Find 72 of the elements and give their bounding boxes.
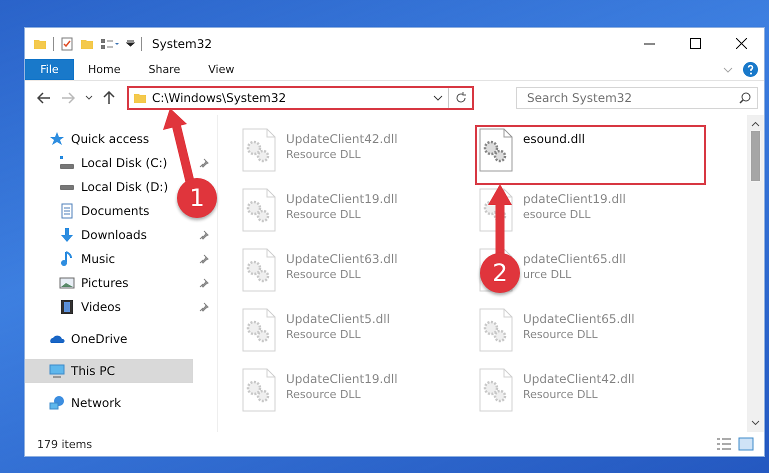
ribbon-tab[interactable]: Home xyxy=(74,59,134,80)
scroll-down-icon[interactable] xyxy=(751,420,760,426)
gear-file-icon xyxy=(242,188,276,232)
window-title: System32 xyxy=(152,36,212,50)
address-bar[interactable]: C:\Windows\System32 xyxy=(127,86,474,110)
sidebar-item[interactable]: Quick access xyxy=(25,127,158,151)
sidebar-item[interactable]: Network xyxy=(25,391,130,415)
gear-file-icon xyxy=(242,308,276,352)
search-box[interactable]: Search System32 xyxy=(516,87,758,109)
file-type: urce DLL xyxy=(523,268,572,281)
chevron-down-icon[interactable] xyxy=(433,95,443,101)
gear-file-icon xyxy=(242,128,276,172)
sidebar-item[interactable]: OneDrive xyxy=(25,327,136,351)
ribbon-tab[interactable]: Share xyxy=(134,59,194,80)
file-type: Resource DLL xyxy=(523,328,599,341)
gear-file-icon xyxy=(242,248,276,292)
properties-icon xyxy=(60,36,74,50)
gear-file-icon xyxy=(479,308,513,352)
pin-icon xyxy=(199,278,209,288)
file-type: Resource DLL xyxy=(286,148,362,161)
item-count: 179 items xyxy=(37,438,92,450)
download-arrow-icon xyxy=(59,227,75,243)
maximize-icon xyxy=(690,38,700,49)
annotation-arrow xyxy=(488,184,512,255)
sidebar-item[interactable]: Videos xyxy=(25,295,217,319)
monitor-icon xyxy=(49,363,65,379)
scroll-up-icon[interactable] xyxy=(751,121,760,127)
large-icons-view-icon[interactable] xyxy=(738,437,754,451)
address-path: C:\Windows\System32 xyxy=(152,91,288,105)
file-type: Resource DLL xyxy=(286,328,362,341)
pin-icon xyxy=(199,254,209,264)
sidebar-item[interactable]: Downloads xyxy=(25,223,217,247)
drive-icon xyxy=(59,155,75,171)
music-note-icon xyxy=(59,251,75,267)
file-name[interactable]: esound.dll xyxy=(523,132,585,146)
picture-icon xyxy=(59,275,75,291)
pin-icon xyxy=(199,158,209,168)
document-icon xyxy=(59,203,75,219)
pin-icon xyxy=(199,230,209,240)
sidebar-item[interactable]: Pictures xyxy=(25,271,217,295)
dropdown-icon[interactable] xyxy=(126,39,135,48)
sidebar-item[interactable]: Local Disk (D:) xyxy=(25,175,176,199)
refresh-icon xyxy=(454,92,466,104)
search-icon xyxy=(739,92,751,104)
folder-icon xyxy=(133,91,147,105)
view-options-icon xyxy=(100,38,120,50)
sidebar-item[interactable]: This PC xyxy=(25,359,193,383)
sidebar-item[interactable]: Music xyxy=(25,247,217,271)
ribbon-tab[interactable]: File xyxy=(25,59,74,80)
close-icon xyxy=(736,38,746,49)
network-icon xyxy=(49,395,65,411)
film-icon xyxy=(59,299,75,315)
scrollbar-thumb[interactable] xyxy=(751,131,760,181)
chevron-down-icon xyxy=(85,95,93,101)
drive-icon xyxy=(59,184,75,190)
details-view-icon[interactable] xyxy=(716,437,732,451)
minimize-icon xyxy=(644,42,654,44)
gear-file-icon xyxy=(479,128,513,172)
file-type: esource DLL xyxy=(523,208,592,221)
ribbon-tab[interactable]: View xyxy=(194,59,248,80)
star-icon xyxy=(49,131,65,147)
file-type: Resource DLL xyxy=(286,208,362,221)
file-type: Resource DLL xyxy=(523,388,599,401)
sidebar-item[interactable]: Documents xyxy=(25,199,158,223)
file-type: Resource DLL xyxy=(286,268,362,281)
file-type: Resource DLL xyxy=(286,388,362,401)
gear-file-icon xyxy=(479,368,513,412)
sidebar-item[interactable]: Local Disk (C:) xyxy=(25,151,217,175)
help-icon[interactable] xyxy=(743,62,758,77)
gear-file-icon xyxy=(242,368,276,412)
scrollbar[interactable] xyxy=(747,115,764,432)
pin-icon xyxy=(199,302,209,312)
